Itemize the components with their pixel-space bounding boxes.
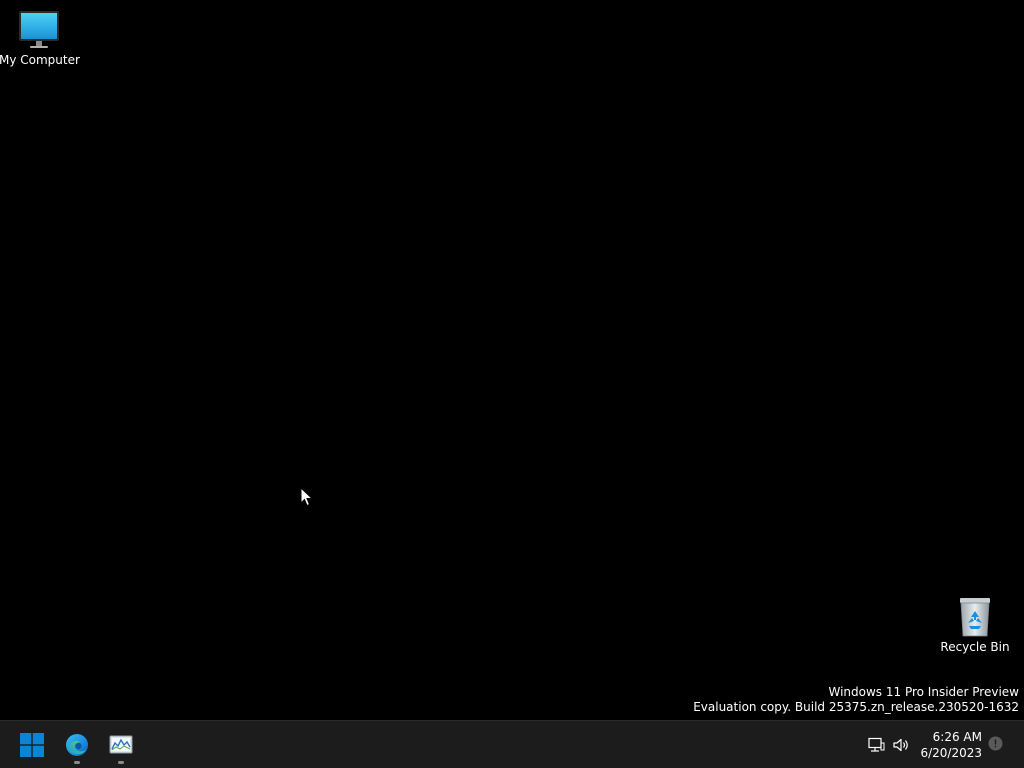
running-indicator <box>74 761 80 764</box>
tray-network-button[interactable] <box>866 735 886 755</box>
windows-logo-icon <box>20 732 44 757</box>
running-indicator <box>118 761 124 764</box>
desktop[interactable]: My Computer Recycle Bin Windows 11 Pro I… <box>0 0 1024 720</box>
taskbar-performance-monitor-button[interactable] <box>101 721 141 768</box>
watermark-line-1: Windows 11 Pro Insider Preview <box>828 685 1019 699</box>
clock-time: 6:26 AM <box>932 730 982 744</box>
desktop-icon-recycle-bin[interactable]: Recycle Bin <box>935 596 1015 655</box>
performance-monitor-icon <box>109 735 133 753</box>
tray-volume-button[interactable] <box>891 735 911 755</box>
notification-icon[interactable] <box>988 736 1003 751</box>
taskbar-edge-button[interactable] <box>57 721 97 768</box>
network-icon <box>868 737 885 752</box>
desktop-icon-my-computer[interactable]: My Computer <box>0 9 80 68</box>
recycle-bin-icon <box>960 598 990 637</box>
watermark-line-2: Evaluation copy. Build 25375.zn_release.… <box>693 700 1019 714</box>
desktop-icon-label: Recycle Bin <box>940 640 1010 654</box>
volume-icon <box>893 738 908 752</box>
mouse-cursor-icon <box>300 487 314 507</box>
taskbar: 6:26 AM 6/20/2023 <box>0 720 1024 768</box>
taskbar-clock[interactable]: 6:26 AM 6/20/2023 <box>918 729 982 761</box>
monitor-icon <box>19 11 59 48</box>
clock-date: 6/20/2023 <box>920 746 982 760</box>
edge-browser-icon <box>66 733 88 756</box>
desktop-icon-label: My Computer <box>0 53 80 67</box>
start-button[interactable] <box>12 721 52 768</box>
evaluation-watermark: Windows 11 Pro Insider Preview Evaluatio… <box>693 685 1019 715</box>
